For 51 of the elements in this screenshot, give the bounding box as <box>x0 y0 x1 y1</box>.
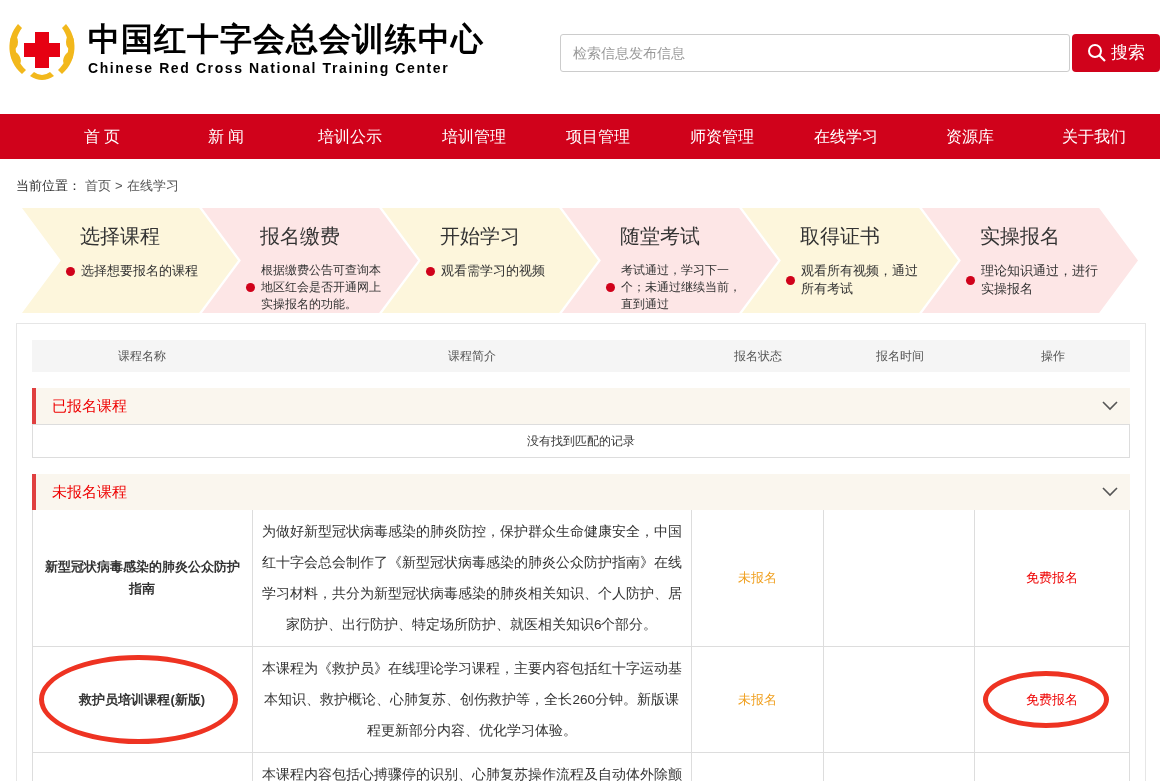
register-link[interactable]: 免费报名 <box>1026 568 1079 588</box>
column-header: 报名时间 <box>875 348 925 365</box>
breadcrumb-link[interactable]: 在线学习 <box>126 176 179 196</box>
section-title: 未报名课程 <box>52 481 127 502</box>
course-description: 本课程内容包括心搏骤停的识别、心肺复苏操作流程及自动体外除颤 <box>261 767 682 781</box>
site-subtitle: Chinese Red Cross National Training Center <box>88 59 451 77</box>
breadcrumb-separator: > <box>115 177 123 196</box>
nav-link[interactable]: 资源库 <box>908 124 1032 149</box>
section-header[interactable]: 未报名课程 <box>32 474 1130 510</box>
course-name: 救护员培训课程(新版) <box>79 690 206 709</box>
step-title: 取得证书 <box>800 224 881 249</box>
step-description: 观看所有视频，通过所有考试 <box>801 262 919 298</box>
step-title: 开始学习 <box>440 224 521 249</box>
step-title: 实操报名 <box>980 224 1061 249</box>
step-description: 选择想要报名的课程 <box>81 262 198 280</box>
search-icon <box>1087 43 1107 63</box>
search-field[interactable]: 检索信息发布信息 <box>560 34 1070 72</box>
section-header[interactable]: 已报名课程 <box>32 388 1130 424</box>
nav-link[interactable]: 培训公示 <box>288 124 412 149</box>
nav-link[interactable]: 首 页 <box>40 124 164 149</box>
register-link[interactable]: 免费报名 <box>1026 689 1079 710</box>
chevron-icon[interactable] <box>1102 487 1118 497</box>
column-header: 报名状态 <box>733 348 783 365</box>
course-name: 新型冠状病毒感染的肺炎公众防护指南 <box>43 558 241 598</box>
step-description: 理论知识通过，进行实操报名 <box>981 262 1099 298</box>
breadcrumb-link[interactable]: 首页 <box>85 176 111 196</box>
step-description: 考试通过，学习下一个；未通过继续当前，直到通过 <box>621 262 742 313</box>
step-title: 随堂考试 <box>620 224 701 249</box>
course-description: 为做好新型冠状病毒感染的肺炎防控，保护群众生命健康安全，中国红十字会总会制作了《新型冠状病毒感染的肺炎公众防护指南》在线学习材料，共分为新型冠状病毒感染的肺炎相关知识、个人防护、居家防护、出行防护、特定场所防护、就医相关知识6个部分。 <box>261 524 682 632</box>
breadcrumb-label: 当前位置： <box>16 177 81 196</box>
nav-link[interactable]: 在线学习 <box>784 124 908 149</box>
status-text: 未报名 <box>737 690 777 709</box>
status-text: 未报名 <box>737 569 777 588</box>
step-description: 根据缴费公告可查询本地区红会是否开通网上实操报名的功能。 <box>261 262 382 313</box>
column-header: 课程名称 <box>117 348 167 365</box>
section-title: 已报名课程 <box>52 395 127 416</box>
nav-link[interactable]: 师资管理 <box>660 124 784 149</box>
step-description: 观看需学习的视频 <box>441 262 545 280</box>
nav-link[interactable]: 关于我们 <box>1032 124 1156 149</box>
chevron-icon[interactable] <box>1102 401 1118 411</box>
site-title: 中国红十字会总会训练中心 <box>88 20 484 59</box>
search-button[interactable]: 搜索 <box>1072 34 1160 72</box>
column-header: 操作 <box>1040 348 1066 365</box>
nav-link[interactable]: 新 闻 <box>164 124 288 149</box>
column-header: 课程简介 <box>447 348 497 365</box>
nav-link[interactable]: 培训管理 <box>412 124 536 149</box>
course-description: 本课程为《救护员》在线理论学习课程，主要内容包括红十字运动基本知识、救护概论、心肺复苏、创伤救护等，全长260分钟。新版课程更新部分内容、优化学习体验。 <box>261 661 682 738</box>
step-title: 报名缴费 <box>260 224 341 249</box>
empty-message: 没有找到匹配的记录 <box>527 433 635 450</box>
nav-link[interactable]: 项目管理 <box>536 124 660 149</box>
step-title: 选择课程 <box>80 224 161 249</box>
